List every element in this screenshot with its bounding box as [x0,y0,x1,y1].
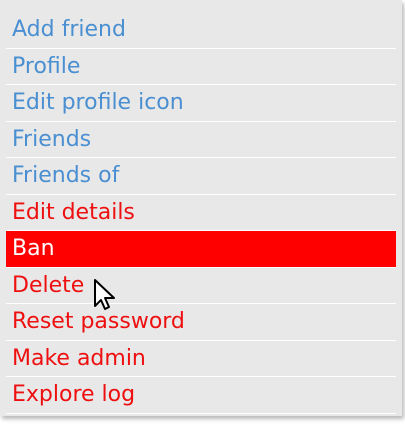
menu-item-explore-log[interactable]: Explore log [6,377,396,414]
menu-item-profile[interactable]: Profile [6,49,396,85]
menu-list: Add friend Profile Edit profile icon Fri… [6,12,396,414]
menu-item-edit-details[interactable]: Edit details [6,195,396,231]
menu-item-friends[interactable]: Friends [6,122,396,158]
mouse-pointer-icon [94,279,115,310]
menu-item-reset-password[interactable]: Reset password [6,304,396,341]
menu-item-delete[interactable]: Delete [6,268,396,304]
menu-item-add-friend[interactable]: Add friend [6,12,396,49]
menu-item-ban[interactable]: Ban [6,231,396,268]
context-menu: Add friend Profile Edit profile icon Fri… [0,0,402,416]
menu-item-edit-profile-icon[interactable]: Edit profile icon [6,85,396,122]
menu-item-make-admin[interactable]: Make admin [6,341,396,377]
menu-item-friends-of[interactable]: Friends of [6,158,396,195]
